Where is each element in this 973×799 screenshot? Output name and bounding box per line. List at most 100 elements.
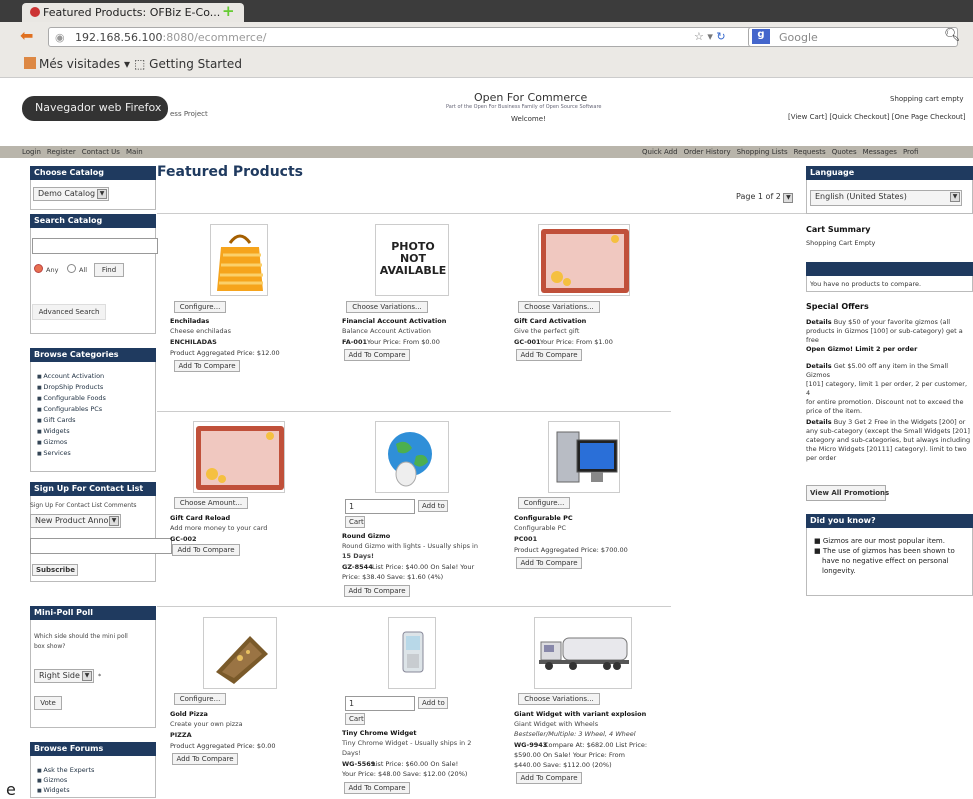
product-name[interactable]: Gift Card Reload <box>170 514 230 522</box>
category-configurable-pcs[interactable]: Configurables PCs <box>37 405 102 413</box>
menu-quick-add[interactable]: Quick Add <box>642 148 678 156</box>
offer-details-link[interactable]: Details <box>806 318 832 326</box>
url-bar[interactable]: ◉ 192.168.56.100:8080/ecommerce/ <box>48 27 768 47</box>
view-all-promotions-button[interactable]: View All Promotions <box>806 485 889 501</box>
forum-ask-experts[interactable]: Ask the Experts <box>37 766 94 774</box>
menu-register[interactable]: Register <box>47 148 76 156</box>
offer-text: Buy $50 of your favorite gizmos (all <box>831 318 951 326</box>
chevron-down-icon[interactable]: ▼ <box>783 193 794 203</box>
category-dropship-products[interactable]: DropShip Products <box>37 383 103 391</box>
product-image[interactable] <box>534 617 632 689</box>
poll-select-value: Right Side <box>39 671 80 680</box>
add-to-cart-button[interactable]: Add to <box>418 500 448 512</box>
google-engine-icon[interactable]: g <box>752 29 770 44</box>
add-to-compare-button[interactable]: Add To Compare <box>344 782 410 794</box>
search-placeholder: Google <box>779 31 818 44</box>
cart-button[interactable]: Cart <box>345 516 365 528</box>
add-to-compare-button[interactable]: Add To Compare <box>172 544 240 556</box>
cart-links[interactable]: [View Cart] [Quick Checkout] [One Page C… <box>788 113 966 121</box>
add-to-compare-button[interactable]: Add To Compare <box>516 349 582 361</box>
configure-button[interactable]: Configure... <box>174 693 226 705</box>
product-name[interactable]: Gold Pizza <box>170 710 208 718</box>
menu-main[interactable]: Main <box>126 148 143 156</box>
cart-button[interactable]: Cart <box>345 713 365 725</box>
new-tab-plus-icon[interactable]: + <box>222 4 240 20</box>
bookmark-getting-started[interactable]: ⬚ Getting Started <box>134 57 242 71</box>
advanced-search-button[interactable]: Advanced Search <box>32 304 106 320</box>
bookmark-star-icon[interactable]: ☆ ▾ ↻ <box>694 30 726 43</box>
product-image[interactable] <box>193 421 285 493</box>
product-image[interactable] <box>548 421 620 493</box>
product-name[interactable]: Configurable PC <box>514 514 573 522</box>
quantity-input[interactable]: 1 <box>345 499 415 514</box>
menu-shopping-lists[interactable]: Shopping Lists <box>737 148 788 156</box>
add-to-cart-button[interactable]: Add to <box>418 697 448 709</box>
add-to-compare-button[interactable]: Add To Compare <box>172 753 238 765</box>
product-image[interactable] <box>375 421 449 493</box>
product-image[interactable]: PHOTO NOT AVAILABLE <box>375 224 449 296</box>
product-desc: Tiny Chrome Widget - Usually ships in 2 <box>342 739 472 747</box>
category-widgets[interactable]: Widgets <box>37 427 69 435</box>
find-button[interactable]: Find <box>94 263 124 277</box>
vote-button[interactable]: Vote <box>34 696 62 710</box>
product-image[interactable] <box>210 224 268 296</box>
offer-details-link[interactable]: Details <box>806 418 832 426</box>
reload-icon[interactable]: ↻ <box>716 30 725 43</box>
menu-profile[interactable]: Profi <box>903 148 919 156</box>
cart-summary-text: Shopping Cart Empty <box>806 239 876 247</box>
add-to-compare-button[interactable]: Add To Compare <box>344 349 410 361</box>
any-label: Any <box>46 266 59 274</box>
product-name[interactable]: Tiny Chrome Widget <box>342 729 417 737</box>
menu-login[interactable]: Login <box>22 148 41 156</box>
menu-order-history[interactable]: Order History <box>684 148 731 156</box>
category-configurable-foods[interactable]: Configurable Foods <box>37 394 106 402</box>
add-to-compare-button[interactable]: Add To Compare <box>174 360 240 372</box>
product-name[interactable]: Financial Account Activation <box>342 317 446 325</box>
menu-messages[interactable]: Messages <box>863 148 897 156</box>
choose-amount-button[interactable]: Choose Amount... <box>174 497 248 509</box>
configure-button[interactable]: Configure... <box>174 301 226 313</box>
forum-gizmos[interactable]: Gizmos <box>37 776 67 784</box>
forum-widgets[interactable]: Widgets <box>37 786 69 794</box>
choose-variations-button[interactable]: Choose Variations... <box>518 301 600 313</box>
catalog-search-input[interactable] <box>32 238 158 254</box>
language-select[interactable]: English (United States) ▼ <box>810 190 962 206</box>
product-name[interactable]: Round Gizmo <box>342 532 390 540</box>
configure-button[interactable]: Configure... <box>518 497 570 509</box>
offer-details-link[interactable]: Details <box>806 362 832 370</box>
add-to-compare-button[interactable]: Add To Compare <box>516 557 582 569</box>
catalog-select[interactable]: Demo Catalog ▼ <box>33 187 109 201</box>
add-to-compare-button[interactable]: Add To Compare <box>344 585 410 597</box>
search-input[interactable]: Google <box>748 27 958 47</box>
browser-tab[interactable]: Featured Products: OFBiz E-Co... <box>22 3 244 22</box>
product-name[interactable]: Enchiladas <box>170 317 209 325</box>
pager[interactable]: Page 1 of 2 ▼ <box>736 192 794 203</box>
any-radio[interactable] <box>34 264 43 273</box>
product-name[interactable]: Giant Widget with variant explosion <box>514 710 646 718</box>
product-image[interactable] <box>203 617 277 689</box>
choose-variations-button[interactable]: Choose Variations... <box>518 693 600 705</box>
subscribe-button[interactable]: Subscribe <box>32 564 78 576</box>
category-account-activation[interactable]: Account Activation <box>37 372 104 380</box>
back-arrow-icon[interactable]: ⬅ <box>20 26 33 45</box>
menu-contact-us[interactable]: Contact Us <box>82 148 120 156</box>
poll-select[interactable]: Right Side ▼ <box>34 669 94 683</box>
choose-variations-button[interactable]: Choose Variations... <box>346 301 428 313</box>
bookmark-most-visited[interactable]: Més visitades ▾ <box>24 57 130 71</box>
signup-email-input[interactable] <box>30 538 172 554</box>
offer-text: price of the item. <box>806 407 863 415</box>
quantity-input[interactable]: 1 <box>345 696 415 711</box>
category-gift-cards[interactable]: Gift Cards <box>37 416 75 424</box>
product-image[interactable] <box>388 617 436 689</box>
all-radio[interactable] <box>67 264 76 273</box>
add-to-compare-button[interactable]: Add To Compare <box>516 772 582 784</box>
category-gizmos[interactable]: Gizmos <box>37 438 67 446</box>
category-services[interactable]: Services <box>37 449 70 457</box>
contact-list-select[interactable]: New Product Annou ▼ <box>30 514 121 528</box>
magnifier-search-icon[interactable]: 🔍︎ <box>944 28 961 43</box>
product-image[interactable] <box>538 224 630 296</box>
menu-quotes[interactable]: Quotes <box>832 148 857 156</box>
menu-requests[interactable]: Requests <box>794 148 826 156</box>
product-name[interactable]: Gift Card Activation <box>514 317 586 325</box>
product-desc: Balance Account Activation <box>342 327 431 335</box>
